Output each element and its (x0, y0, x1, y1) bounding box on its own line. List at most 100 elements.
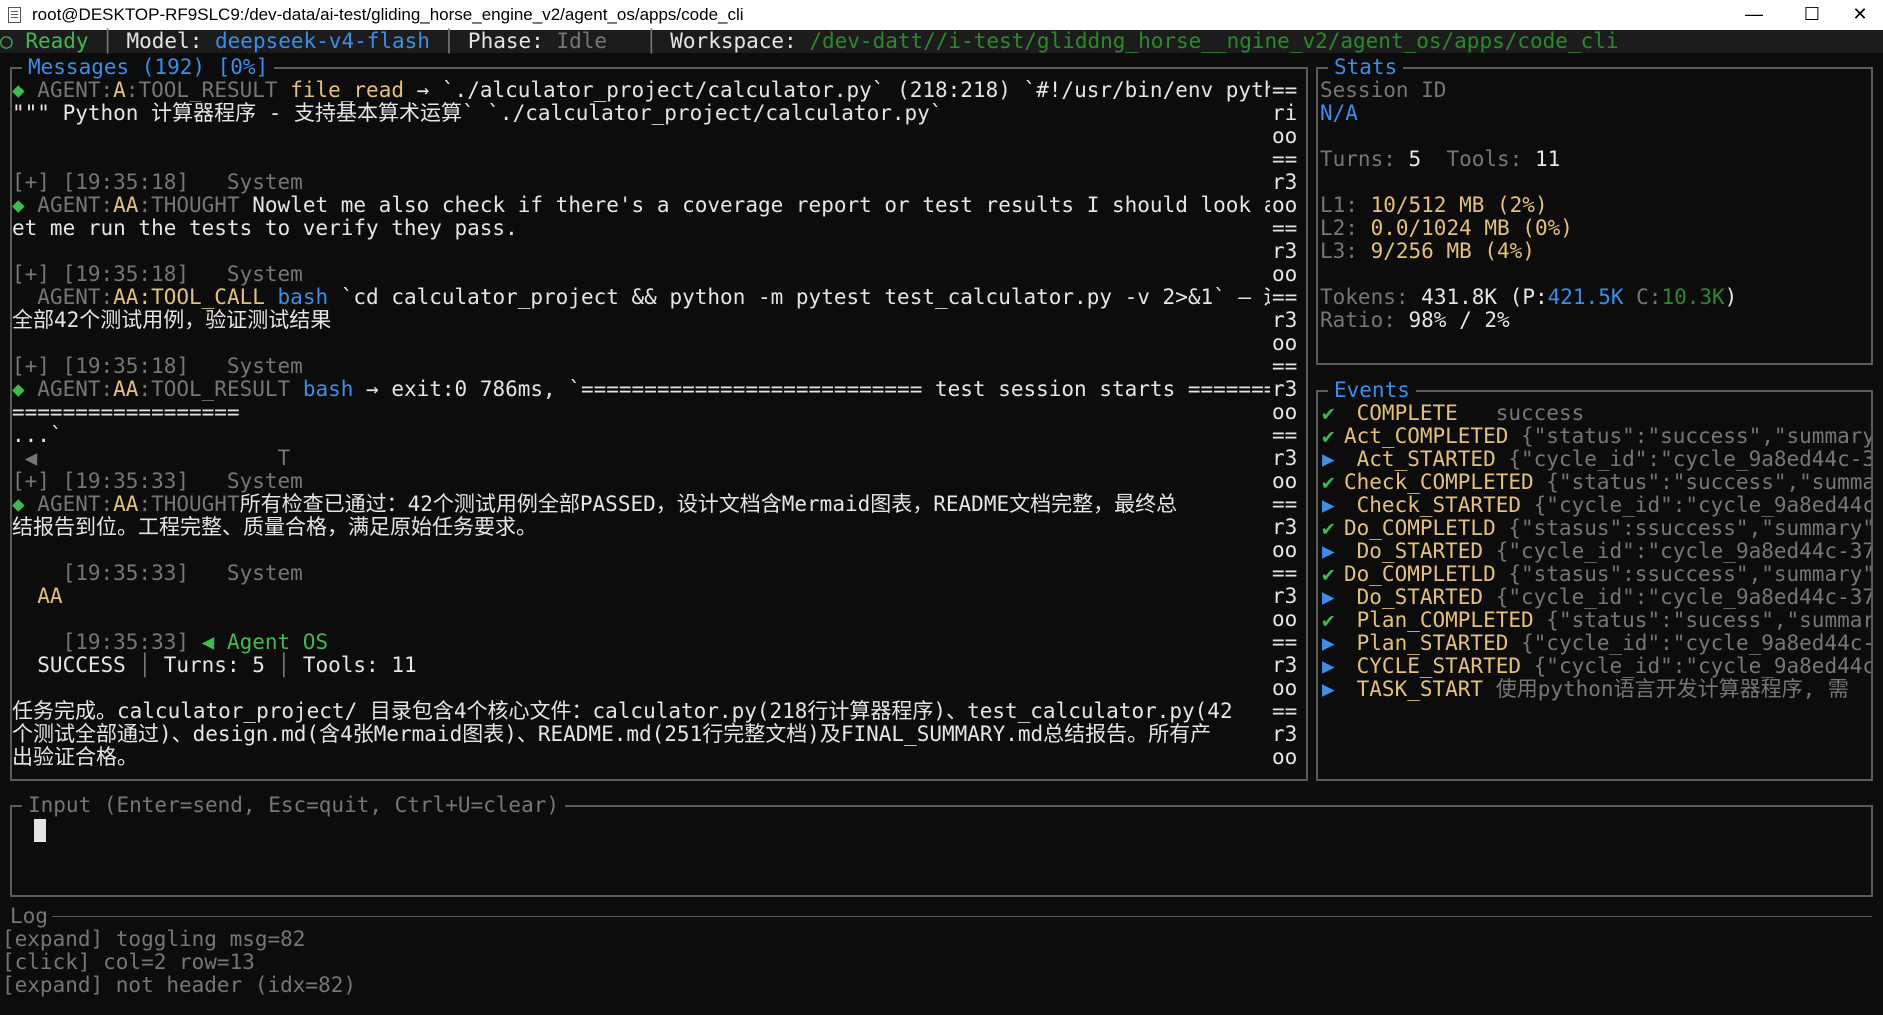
input-panel[interactable]: Input (Enter=send, Esc=quit, Ctrl+U=clea… (10, 794, 1873, 897)
scroll-marker[interactable]: == (1272, 217, 1297, 240)
scroll-marker[interactable]: oo (1272, 539, 1297, 562)
play-arrow-icon: ▶ (1322, 539, 1335, 563)
message-text: [19:35:33] System (12, 561, 303, 585)
scroll-marker[interactable]: oo (1272, 677, 1297, 700)
scroll-marker[interactable]: r3 (1272, 654, 1297, 677)
scroll-marker[interactable]: == (1272, 562, 1297, 585)
scroll-marker[interactable]: r3 (1272, 309, 1297, 332)
ready-status-icon: ○ (0, 29, 13, 53)
workspace-path: /dev-datt//i-test/gliddng_horse__ngine_v… (809, 29, 1619, 53)
message-line[interactable]: 结报告到位。工程完整、质量合格，满足原始任务要求。 (12, 516, 537, 539)
message-text: AA (113, 193, 139, 217)
event-item[interactable]: ✔ Act_COMPLETED {"status":"success","summ… (1322, 425, 1871, 448)
scroll-marker[interactable]: r3 (1272, 378, 1297, 401)
scroll-marker[interactable]: == (1272, 631, 1297, 654)
minimize-button[interactable]: — (1731, 0, 1777, 30)
scroll-marker[interactable]: oo (1272, 746, 1297, 769)
event-item[interactable]: ▶ Act_STARTED {"cycle_id":"cycle_9a8ed44… (1322, 448, 1871, 471)
events-list[interactable]: ✔ COMPLETE success ✔ Act_COMPLETED {"statu… (1318, 402, 1871, 777)
scroll-marker[interactable]: oo (1272, 401, 1297, 424)
event-name: TASK_START (1344, 677, 1484, 701)
event-item[interactable]: ▶ Do_STARTED {"cycle_id":"cycle_9a8ed44c… (1322, 586, 1871, 609)
scroll-marker[interactable]: r3 (1272, 516, 1297, 539)
scroll-marker[interactable]: oo (1272, 263, 1297, 286)
event-name: Act_STARTED (1344, 447, 1496, 471)
event-item[interactable]: ▶ Do_STARTED {"cycle_id":"cycle_9a8ed44c… (1322, 540, 1871, 563)
scroll-marker[interactable]: == (1272, 424, 1297, 447)
message-text: Tools: 11 (290, 653, 417, 677)
message-line[interactable]: ◆ AGENT:AA:TOOL_RESULT bash → exit:0 786… (12, 378, 1270, 401)
event-item[interactable]: ✔ Do_COMPLETLD {"stasus":ssuccess","summa… (1322, 563, 1871, 586)
messages-panel[interactable]: Messages (192) [0%] ◆ AGENT:A:TOOL_RESUL… (10, 56, 1308, 781)
scroll-marker[interactable]: r3 (1272, 171, 1297, 194)
message-text: [+] [19:35:18] System (12, 262, 303, 286)
scroll-marker[interactable]: == (1272, 355, 1297, 378)
scroll-marker[interactable]: r3 (1272, 447, 1297, 470)
event-item[interactable]: ✔ Check_COMPLETED {"status":"success","su… (1322, 471, 1871, 494)
event-item[interactable]: ✔ Plan_COMPLETED {"status":"sucess","sum… (1322, 609, 1871, 632)
message-line[interactable]: 任务完成。calculator_project/ 目录包含4个核心文件：calc… (12, 700, 1233, 723)
event-detail: {"cycle_id":"cycle_9a8ed44c-3 (1521, 493, 1871, 517)
message-line[interactable]: 出验证合格。 (12, 746, 138, 769)
message-line[interactable]: AA (12, 585, 62, 608)
message-line[interactable]: [+] [19:35:33] System (12, 470, 303, 493)
message-line[interactable]: """ Python 计算器程序 - 支持基本算术运算` `./calculat… (12, 102, 942, 125)
message-text: ◆ (12, 193, 38, 217)
scroll-marker[interactable]: r3 (1272, 723, 1297, 746)
scroll-marker[interactable]: oo (1272, 125, 1297, 148)
event-item[interactable]: ✔ COMPLETE success (1322, 402, 1584, 425)
scroll-marker[interactable]: oo (1272, 194, 1297, 217)
message-text: :THOUGHT (138, 193, 253, 217)
event-item[interactable]: ✔ Do_COMPLETLD {"stasus":ssuccess","summa… (1322, 517, 1871, 540)
scroll-marker[interactable]: == (1272, 493, 1297, 516)
message-text: ◀ Agent OS (201, 630, 329, 654)
scroll-marker[interactable]: oo (1272, 608, 1297, 631)
message-text: → exit:0 786ms, `=======================… (353, 377, 1270, 401)
scroll-marker[interactable]: == (1272, 148, 1297, 171)
message-line[interactable]: ================== (12, 401, 240, 424)
message-line[interactable]: [+] [19:35:18] System (12, 171, 303, 194)
scroll-marker[interactable]: oo (1272, 332, 1297, 355)
event-detail: {"stasus":ssuccess","summary": (1495, 516, 1871, 540)
events-panel[interactable]: Events ✔ COMPLETE success ✔ Act_COMPLETED … (1316, 379, 1873, 781)
close-button[interactable]: ✕ (1837, 0, 1883, 30)
message-text: :TOOL_CALL (138, 285, 278, 309)
message-line[interactable]: 全部42个测试用例，验证测试结果 (12, 309, 331, 332)
message-line[interactable]: ...` (12, 424, 63, 447)
event-item[interactable]: ▶ Check_STARTED {"cycle_id":"cycle_9a8ed… (1322, 494, 1871, 517)
model-label: Model: (126, 29, 203, 53)
message-line[interactable]: [+] [19:35:18] System (12, 355, 303, 378)
message-line[interactable]: [19:35:33] ◀ Agent OS (12, 630, 329, 654)
checkmark-icon: ✔ (1322, 516, 1335, 540)
window-title: root@DESKTOP-RF9SLC9:/dev-data/ai-test/g… (32, 5, 744, 24)
message-line[interactable]: 个测试全部通过)、design.md(含4张Mermaid图表)、README.… (12, 723, 1211, 746)
l3-value: 9/256 MB (4%) (1370, 239, 1535, 263)
messages-panel-title: Messages (192) [0%] (22, 56, 275, 78)
messages-list[interactable]: ◆ AGENT:A:TOOL_RESULT file_read → `./alc… (12, 79, 1270, 769)
scroll-marker[interactable]: == (1272, 700, 1297, 723)
message-text: ================== (12, 400, 240, 424)
scroll-marker[interactable]: ri (1272, 102, 1297, 125)
event-item[interactable]: ▶ Plan_STARTED {"cycle_id":"cycle_9a8ed4… (1322, 632, 1871, 655)
scroll-marker[interactable]: == (1272, 79, 1297, 102)
message-line[interactable]: AGENT:AA:TOOL_CALL bash `cd calculator_p… (12, 286, 1270, 309)
message-text: :THOUGHT (138, 492, 240, 516)
message-line[interactable]: ◀ T (12, 447, 291, 470)
scroll-marker[interactable]: r3 (1272, 240, 1297, 263)
input-field[interactable] (34, 819, 46, 842)
scroll-marker[interactable]: == (1272, 286, 1297, 309)
play-arrow-icon: ▶ (1322, 654, 1335, 678)
message-line[interactable]: ◆ AGENT:AA:THOUGHT Nowlet me also check … (12, 194, 1270, 217)
scroll-marker[interactable]: oo (1272, 470, 1297, 493)
message-line[interactable]: ◆ AGENT:AA:THOUGHT所有检查已通过：42个测试用例全部PASSE… (12, 493, 1177, 516)
message-line[interactable]: SUCCESS │ Turns: 5 │ Tools: 11 (12, 653, 417, 677)
scroll-marker[interactable]: r3 (1272, 585, 1297, 608)
maximize-button[interactable]: ☐ (1789, 0, 1835, 30)
event-item[interactable]: ▶ TASK_START 使用python语言开发计算器程序, 需 (1322, 678, 1849, 701)
message-line[interactable]: et me run the tests to verify they pass. (12, 217, 518, 240)
message-line[interactable]: [19:35:33] System (12, 562, 303, 585)
message-line[interactable]: ◆ AGENT:A:TOOL_RESULT file_read → `./alc… (12, 79, 1270, 102)
message-line[interactable]: [+] [19:35:18] System (12, 263, 303, 286)
event-item[interactable]: ▶ CYCLE_STARTED {"cycle_id":"cycle_9a8ed… (1322, 655, 1871, 678)
events-panel-title: Events (1328, 379, 1416, 401)
